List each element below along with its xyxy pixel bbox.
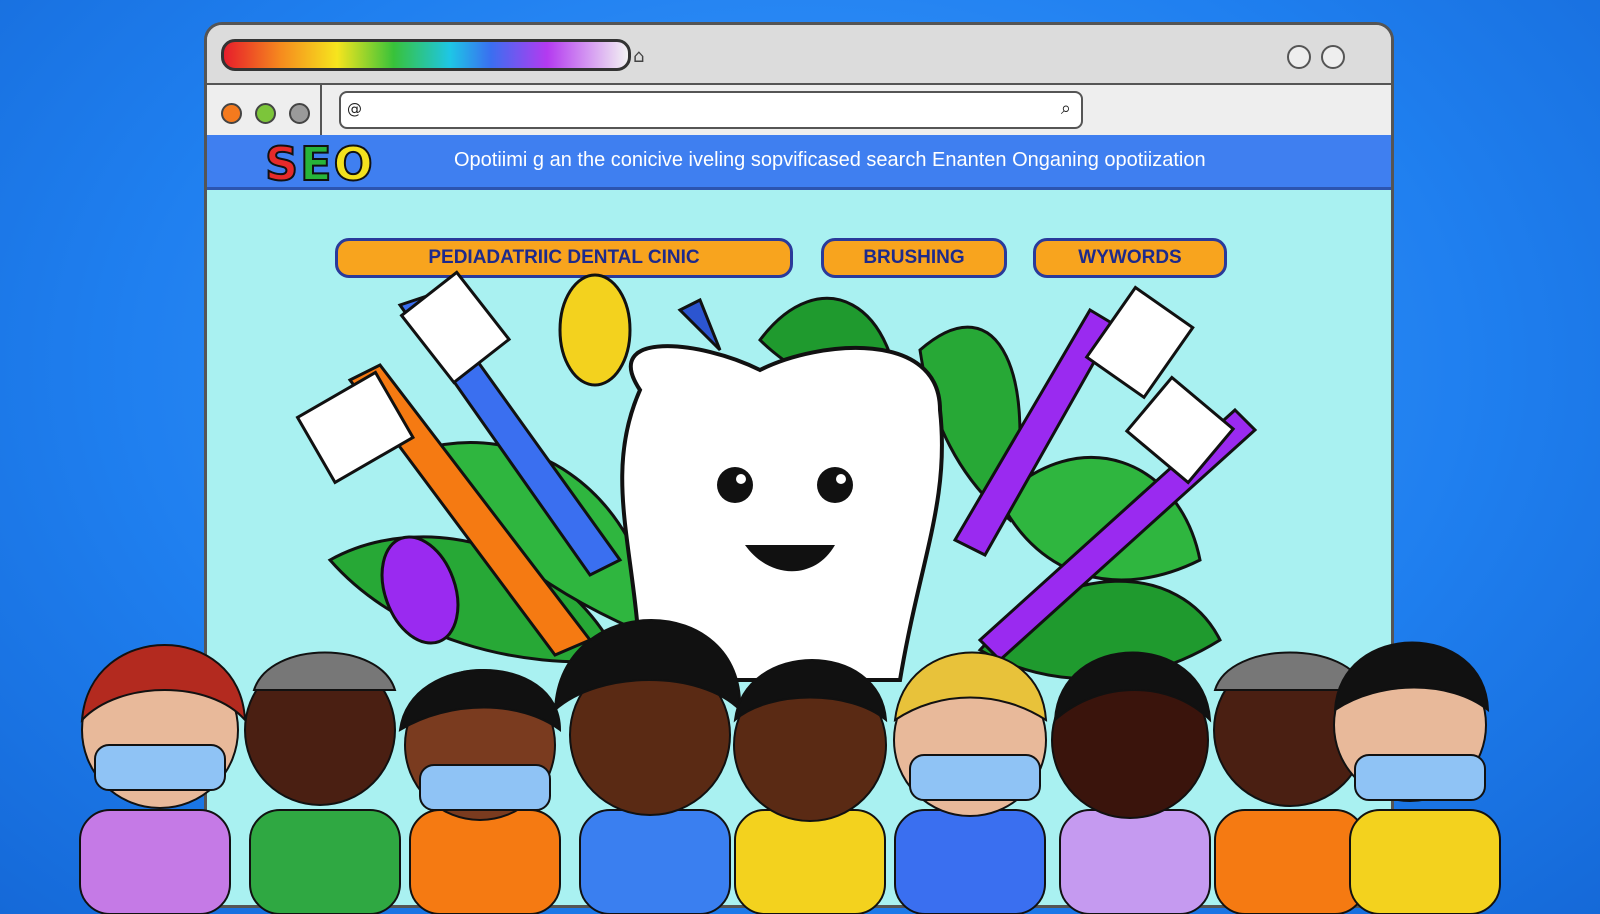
children-figures — [79, 619, 1501, 914]
dental-illustration — [79, 270, 1501, 914]
